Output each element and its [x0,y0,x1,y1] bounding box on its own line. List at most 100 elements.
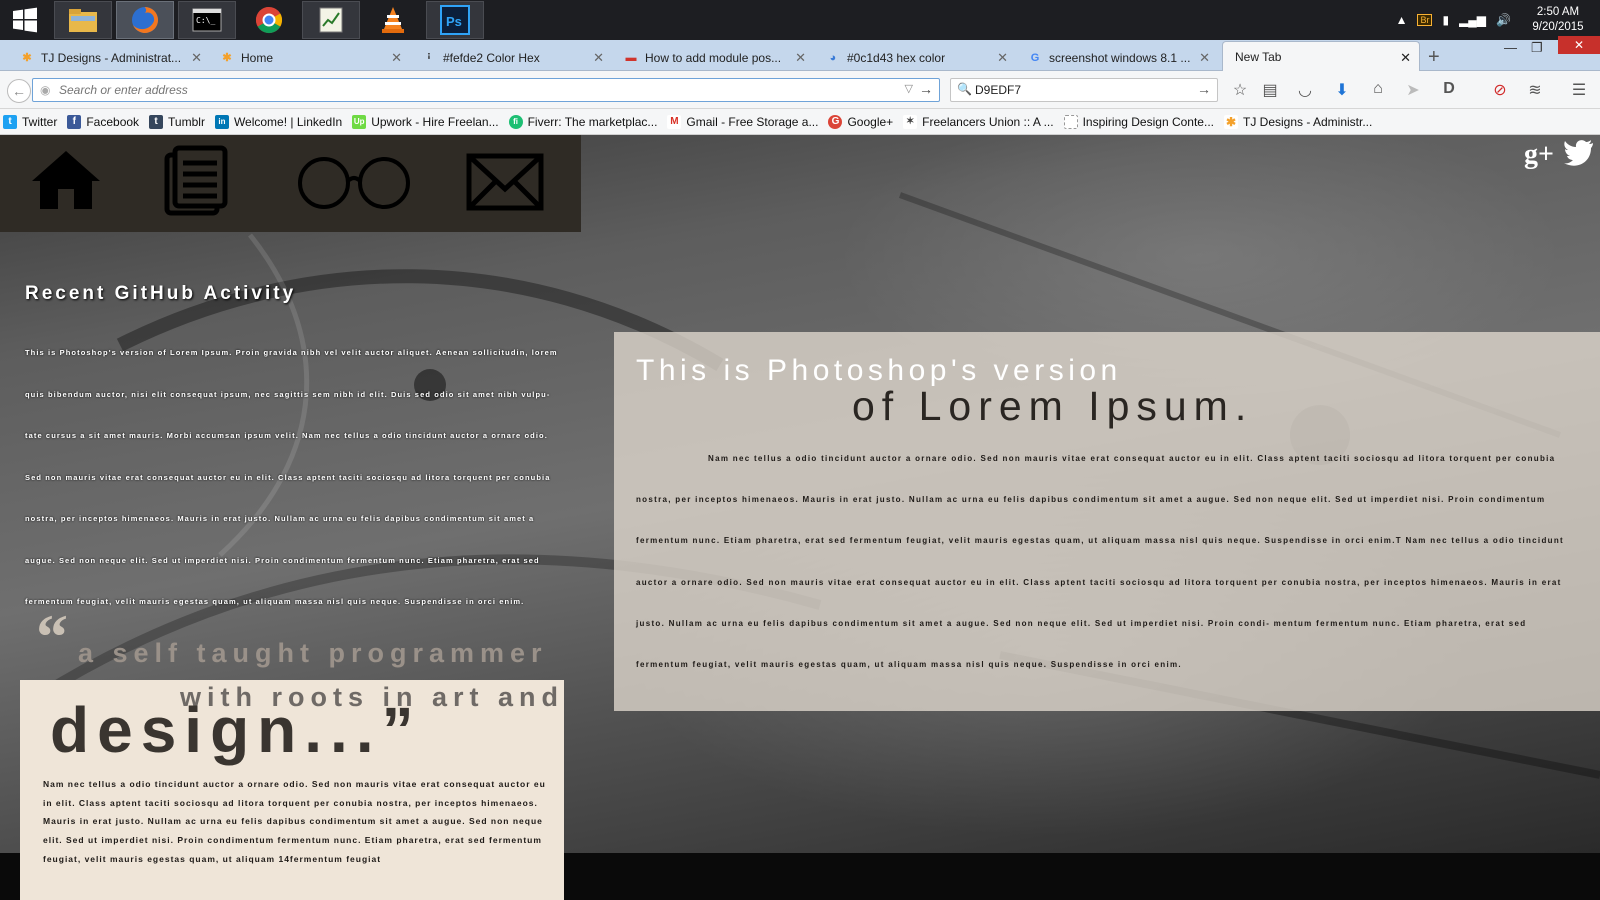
vlc-cone-icon [382,7,404,33]
layers-icon[interactable]: ≋ [1524,80,1546,100]
bookmark-inspiring-design[interactable]: Inspiring Design Conte... [1063,114,1214,129]
signal-icon[interactable]: ▂▄▆ [1459,13,1486,27]
tab-title: New Tab [1235,50,1282,64]
pin-icon: ꜟ [427,51,431,64]
chrome-taskbar-button[interactable] [240,1,298,39]
notepad-taskbar-button[interactable] [302,1,360,39]
back-arrow-icon[interactable]: ← [7,79,31,103]
bookmark-linkedin[interactable]: in Welcome! | LinkedIn [214,114,342,129]
tab-new-tab[interactable]: New Tab ✕ [1222,41,1420,72]
tab-tj-designs-admin[interactable]: ✱ TJ Designs - Administrat... ✕ [14,44,210,71]
github-activity-title: Recent GitHub Activity [25,283,297,304]
battery-icon[interactable]: ▮ [1442,13,1449,27]
pocket-icon[interactable]: ◡ [1294,80,1316,100]
tab-color-hex-fefde2[interactable]: ꜟ #fefde2 Color Hex ✕ [416,44,612,71]
close-window-icon[interactable]: ✕ [1558,36,1600,54]
search-bar[interactable]: 🔍 → [950,78,1218,102]
firefox-icon [132,7,158,33]
home-icon[interactable]: ⌂ [1367,80,1389,98]
search-go-arrow-icon[interactable]: → [1197,81,1211,97]
bookmark-tj-designs-admin[interactable]: ✱ TJ Designs - Administr... [1223,114,1373,129]
glasses-icon[interactable] [296,155,412,211]
clock-time: 2:50 AM [1536,6,1580,18]
bookmark-label: Facebook [86,114,140,129]
notepad-chart-icon [319,7,343,33]
social-links: g+ [1524,139,1594,171]
clock-date: 9/20/2015 [1532,21,1584,33]
address-bar[interactable]: ◉ ▽ → [32,78,940,102]
bookmark-google-plus[interactable]: G Google+ [828,114,893,129]
bookmark-freelancers-union[interactable]: ✶ Freelancers Union :: A ... [903,114,1054,129]
windows-taskbar: C:\_ Ps ▲ Br ▮ ▂▄▆ 🔊 2:50 AM 9/20/2015 [0,0,1600,40]
command-prompt-taskbar-button[interactable]: C:\_ [178,1,236,39]
documents-icon[interactable] [163,145,229,217]
site-info-icon[interactable]: ◉ [40,83,50,97]
tray-overflow-icon[interactable]: ▲ [1396,13,1408,27]
twitter-icon: t [3,114,17,129]
bookmarks-toolbar: t Twitter f Facebook t Tumblr in Welcome! | … [0,109,1600,135]
clock[interactable]: 2:50 AM 9/20/2015 [1526,5,1590,35]
bookmark-gmail[interactable]: M Gmail - Free Storage a... [667,114,818,129]
bookmark-upwork[interactable]: Up Upwork - Hire Freelan... [352,114,499,129]
mail-icon[interactable] [466,153,544,211]
download-arrow-icon[interactable]: ⬇ [1331,80,1353,100]
start-button[interactable] [0,1,50,39]
history-dropdown-icon[interactable]: ▽ [905,82,913,95]
send-icon[interactable]: ➤ [1402,80,1424,100]
bookmark-facebook[interactable]: f Facebook [67,114,140,129]
vlc-taskbar-button[interactable] [364,1,422,39]
stack-icon: ▬ [625,51,637,64]
bookmark-tumblr[interactable]: t Tumblr [149,114,205,129]
close-tab-icon[interactable]: ✕ [1400,50,1411,66]
tab-module-positions[interactable]: ▬ How to add module pos... ✕ [618,44,814,71]
upwork-icon: Up [352,114,367,129]
photoshop-icon: Ps [440,5,470,35]
linkedin-icon: in [214,114,229,129]
bookmark-star-icon[interactable]: ☆ [1229,80,1251,100]
quote-line-1: a self taught programmer [78,638,548,668]
close-tab-icon[interactable]: ✕ [191,50,202,66]
tab-home[interactable]: ✱ Home ✕ [214,44,410,71]
hamburger-menu-icon[interactable]: ☰ [1568,80,1590,100]
open-quote-mark: “ [36,601,68,672]
twitter-icon[interactable] [1564,139,1594,167]
folder-icon [69,9,97,32]
bookmark-label: Inspiring Design Conte... [1082,114,1214,129]
photoshop-taskbar-button[interactable]: Ps [426,1,484,39]
reading-list-icon[interactable]: ▤ [1259,80,1281,100]
joomla-icon: ✱ [22,52,32,64]
restore-window-icon[interactable]: ❐ [1531,40,1543,56]
go-arrow-icon[interactable]: → [919,81,933,97]
bookmark-label: Upwork - Hire Freelan... [371,114,499,129]
bookmark-label: TJ Designs - Administr... [1242,114,1373,129]
bookmark-fiverr[interactable]: fi Fiverr: The marketplac... [508,114,658,129]
search-icon: 🔍 [957,82,972,96]
close-tab-icon[interactable]: ✕ [795,50,806,66]
google-plus-icon[interactable]: g+ [1524,139,1554,171]
tab-title: Home [241,50,274,65]
bookmark-label: Twitter [22,114,58,129]
search-input[interactable] [975,79,1185,101]
extension-d-icon[interactable]: D [1438,80,1460,98]
minimize-window-icon[interactable]: — [1504,40,1517,55]
tab-google-search[interactable]: G screenshot windows 8.1 ... ✕ [1022,44,1218,71]
close-tab-icon[interactable]: ✕ [1199,50,1210,66]
firefox-taskbar-button[interactable] [116,1,174,39]
close-tab-icon[interactable]: ✕ [997,50,1008,66]
new-tab-plus-icon[interactable]: + [1428,46,1440,69]
joomla-icon: ✱ [222,52,232,64]
close-tab-icon[interactable]: ✕ [593,50,604,66]
close-tab-icon[interactable]: ✕ [391,50,402,66]
file-explorer-taskbar-button[interactable] [54,1,112,39]
fiverr-icon: fi [508,114,523,129]
address-input[interactable] [59,79,879,101]
bridge-icon[interactable]: Br [1417,14,1433,26]
home-icon[interactable] [30,147,102,213]
adblock-icon[interactable]: ⊘ [1489,80,1511,100]
quote-body-text: Nam nec tellus a odio tincidunt auctor a… [43,779,546,864]
bookmark-twitter[interactable]: t Twitter [3,114,58,129]
browser-tab-strip: ✱ TJ Designs - Administrat... ✕ ✱ Home ✕… [0,36,1600,72]
tab-hex-0c1d43[interactable]: ◕ #0c1d43 hex color ✕ [820,44,1016,71]
volume-icon[interactable]: 🔊 [1496,13,1511,27]
bookmark-label: Fiverr: The marketplac... [527,114,658,129]
